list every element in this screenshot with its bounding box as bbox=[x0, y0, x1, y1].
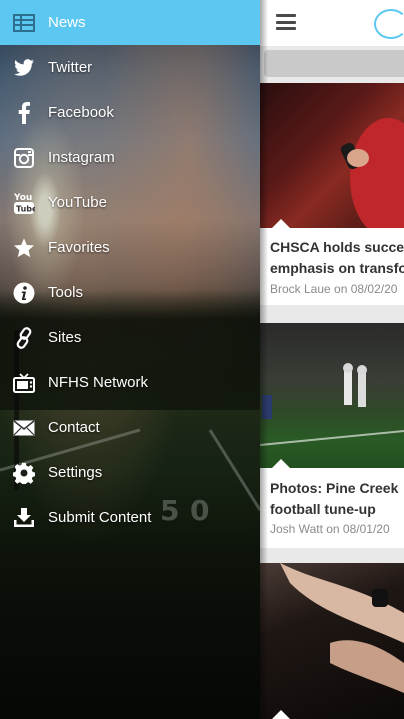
info-icon bbox=[0, 282, 48, 304]
menu-label-contact: Contact bbox=[48, 419, 100, 436]
article-card[interactable] bbox=[260, 563, 404, 719]
photo-football-players bbox=[260, 363, 404, 446]
search-bar[interactable] bbox=[264, 50, 404, 77]
menu-item-nfhs-network[interactable]: NFHS Network bbox=[0, 360, 260, 405]
menu-item-settings[interactable]: Settings bbox=[0, 450, 260, 495]
drawer-menu: News Twitter Facebook Instagram You Tube… bbox=[0, 0, 260, 540]
card-notch bbox=[272, 459, 290, 468]
drawer-shadow bbox=[260, 0, 268, 719]
article-headline-line2: football tune-up bbox=[270, 501, 376, 517]
article-photo bbox=[260, 323, 404, 468]
menu-item-youtube[interactable]: You Tube YouTube bbox=[0, 180, 260, 225]
menu-label-instagram: Instagram bbox=[48, 149, 115, 166]
menu-label-facebook: Facebook bbox=[48, 104, 114, 121]
main-content: CHSCA holds succe emphasis on transfo Br… bbox=[260, 0, 404, 719]
svg-text:You: You bbox=[13, 193, 32, 203]
article-byline: Brock Laue on 08/02/20 bbox=[270, 282, 398, 296]
top-bar bbox=[260, 0, 404, 46]
link-icon bbox=[0, 326, 48, 349]
star-icon bbox=[0, 237, 48, 259]
article-card[interactable]: CHSCA holds succe emphasis on transfo Br… bbox=[260, 83, 404, 305]
facebook-icon bbox=[0, 101, 48, 124]
twitter-icon bbox=[0, 58, 48, 77]
tv-icon bbox=[0, 372, 48, 393]
side-drawer: 5 0 News Twitter Facebook Instagram You … bbox=[0, 0, 260, 719]
menu-item-instagram[interactable]: Instagram bbox=[0, 135, 260, 180]
article-headline-line2: emphasis on transfo bbox=[270, 260, 404, 276]
menu-item-twitter[interactable]: Twitter bbox=[0, 45, 260, 90]
youtube-icon: You Tube bbox=[0, 191, 48, 215]
envelope-icon bbox=[0, 419, 48, 436]
menu-label-settings: Settings bbox=[48, 464, 103, 481]
menu-label-sites: Sites bbox=[48, 329, 82, 346]
photo-speaker-hand bbox=[340, 118, 404, 228]
article-headline-line1: CHSCA holds succe bbox=[270, 239, 404, 255]
menu-item-news[interactable]: News bbox=[0, 0, 260, 45]
menu-label-youtube: YouTube bbox=[48, 194, 107, 211]
card-notch bbox=[272, 710, 290, 719]
article-card[interactable]: Photos: Pine Creek football tune-up Josh… bbox=[260, 323, 404, 548]
gear-icon bbox=[0, 462, 48, 484]
news-grid-icon bbox=[0, 13, 48, 32]
menu-item-contact[interactable]: Contact bbox=[0, 405, 260, 450]
article-headline-line1: Photos: Pine Creek bbox=[270, 480, 399, 496]
svg-text:Tube: Tube bbox=[16, 204, 35, 213]
card-notch bbox=[272, 219, 290, 228]
menu-item-sites[interactable]: Sites bbox=[0, 315, 260, 360]
article-photo bbox=[260, 563, 404, 719]
menu-label-favorites: Favorites bbox=[48, 239, 110, 256]
menu-item-facebook[interactable]: Facebook bbox=[0, 90, 260, 135]
menu-label-news: News bbox=[48, 14, 86, 31]
download-icon bbox=[0, 507, 48, 528]
menu-label-twitter: Twitter bbox=[48, 59, 93, 76]
menu-item-tools[interactable]: Tools bbox=[0, 270, 260, 315]
instagram-icon bbox=[0, 147, 48, 168]
hamburger-menu-icon[interactable] bbox=[276, 14, 296, 30]
menu-item-submit-content[interactable]: Submit Content bbox=[0, 495, 260, 540]
article-photo bbox=[260, 83, 404, 228]
menu-label-submit-content: Submit Content bbox=[48, 509, 152, 526]
article-byline: Josh Watt on 08/01/20 bbox=[270, 522, 390, 536]
photo-hands-wristband bbox=[280, 563, 404, 693]
app-logo bbox=[374, 9, 404, 39]
menu-item-favorites[interactable]: Favorites bbox=[0, 225, 260, 270]
menu-label-tools: Tools bbox=[48, 284, 84, 301]
menu-label-nfhs-network: NFHS Network bbox=[48, 374, 149, 391]
